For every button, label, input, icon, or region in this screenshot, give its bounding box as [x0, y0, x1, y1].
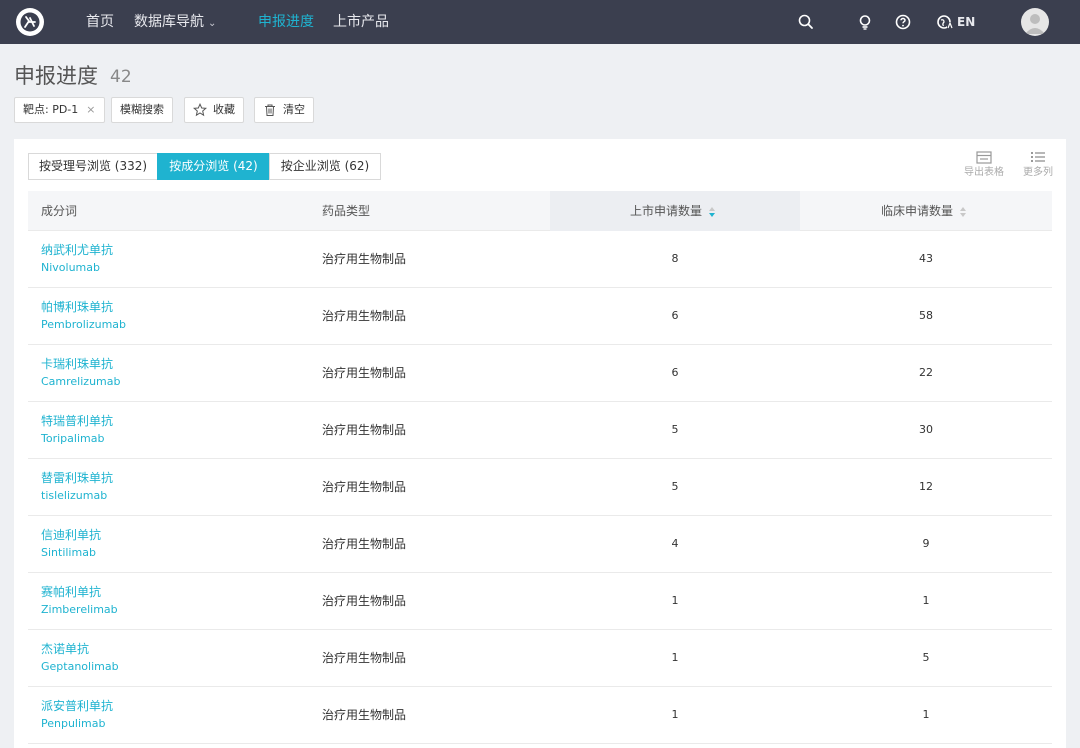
- column-header-clinical-label: 临床申请数量: [881, 204, 954, 218]
- more-columns-button[interactable]: 更多列: [1016, 151, 1060, 180]
- clinical-count-cell: 1: [922, 594, 930, 607]
- ingredient-name-en-link[interactable]: tislelizumab: [41, 488, 107, 504]
- nav-item-home[interactable]: 首页: [86, 12, 114, 32]
- tab-by-ingredient[interactable]: 按成分浏览 (42): [157, 153, 270, 180]
- drug-type-cell: 治疗用生物制品: [322, 423, 407, 437]
- column-header-drug-type: 药品类型: [322, 204, 371, 218]
- clinical-count-cell: 12: [919, 480, 933, 493]
- column-header-market-label: 上市申请数量: [630, 204, 703, 218]
- column-header-clinical-applications[interactable]: 临床申请数量: [881, 203, 967, 219]
- clinical-count-cell: 9: [922, 537, 930, 550]
- drug-type-cell: 治疗用生物制品: [322, 594, 407, 608]
- chevron-down-icon: ⌄: [208, 18, 217, 29]
- clinical-count-cell: 30: [919, 423, 933, 436]
- clear-label: 清空: [283, 103, 305, 116]
- ingredient-name-cn-link[interactable]: 信迪利单抗: [41, 527, 101, 543]
- table-row: 帕博利珠单抗 Pembrolizumab 治疗用生物制品 6 58: [28, 288, 1052, 345]
- ingredient-name-en-link[interactable]: Nivolumab: [41, 260, 100, 276]
- market-count-cell: 1: [671, 594, 679, 607]
- ingredient-name-cn-link[interactable]: 纳武利尤单抗: [41, 242, 113, 258]
- ingredient-name-en-link[interactable]: Sintilimab: [41, 545, 96, 561]
- close-icon[interactable]: ×: [86, 103, 95, 116]
- list-icon: [1031, 152, 1045, 162]
- help-icon[interactable]: [894, 13, 912, 31]
- drug-type-cell: 治疗用生物制品: [322, 252, 407, 266]
- clinical-count-cell: 5: [922, 651, 930, 664]
- market-count-cell: 1: [671, 651, 679, 664]
- ingredient-name-en-link[interactable]: Toripalimab: [41, 431, 104, 447]
- table-export-icon: [976, 151, 992, 164]
- language-switch[interactable]: EN: [957, 13, 975, 31]
- lightbulb-icon[interactable]: [856, 13, 874, 31]
- filter-chip-label: 靶点: PD-1: [23, 103, 79, 116]
- nav-item-database-label: 数据库导航: [134, 14, 204, 30]
- market-count-cell: 8: [671, 252, 679, 265]
- drug-type-cell: 治疗用生物制品: [322, 366, 407, 380]
- ingredient-name-cn-link[interactable]: 替雷利珠单抗: [41, 470, 113, 486]
- filter-chip-target[interactable]: 靶点: PD-1 ×: [14, 97, 105, 123]
- table-row: 杰诺单抗 Geptanolimab 治疗用生物制品 1 5: [28, 630, 1052, 687]
- ingredient-name-cn-link[interactable]: 杰诺单抗: [41, 641, 89, 657]
- table-row: 纳武利尤单抗 Nivolumab 治疗用生物制品 8 43: [28, 231, 1052, 288]
- top-nav-bar: 首页 数据库导航 ⌄ 申报进度 上市产品 EN: [0, 0, 1080, 44]
- export-table-button[interactable]: 导出表格: [962, 151, 1006, 180]
- table-row: 替雷利珠单抗 tislelizumab 治疗用生物制品 5 12: [28, 459, 1052, 516]
- ingredient-name-en-link[interactable]: Camrelizumab: [41, 374, 120, 390]
- nav-item-database[interactable]: 数据库导航 ⌄: [134, 12, 216, 34]
- ingredient-name-cn-link[interactable]: 卡瑞利珠单抗: [41, 356, 113, 372]
- tab-by-company[interactable]: 按企业浏览 (62): [269, 153, 381, 180]
- clinical-count-cell: 43: [919, 252, 933, 265]
- market-count-cell: 6: [671, 366, 679, 379]
- tab-by-acceptance-number[interactable]: 按受理号浏览 (332): [28, 153, 158, 180]
- drug-type-cell: 治疗用生物制品: [322, 537, 407, 551]
- clear-button[interactable]: 清空: [254, 97, 314, 123]
- drug-type-cell: 治疗用生物制品: [322, 651, 407, 665]
- clinical-count-cell: 58: [919, 309, 933, 322]
- table-row: 特瑞普利单抗 Toripalimab 治疗用生物制品 5 30: [28, 402, 1052, 459]
- nav-item-progress[interactable]: 申报进度: [258, 12, 314, 32]
- ingredient-name-en-link[interactable]: Geptanolimab: [41, 659, 119, 675]
- table-row: 卡瑞利珠单抗 Camrelizumab 治疗用生物制品 6 22: [28, 345, 1052, 402]
- export-table-label: 导出表格: [964, 167, 1004, 178]
- clinical-count-cell: 22: [919, 366, 933, 379]
- table-header: 成分词 药品类型 上市申请数量 临床申请数量: [28, 191, 1052, 231]
- sort-icon[interactable]: [708, 206, 716, 218]
- ingredient-name-en-link[interactable]: Pembrolizumab: [41, 317, 126, 333]
- table-row: 赛帕利单抗 Zimberelimab 治疗用生物制品 1 1: [28, 573, 1052, 630]
- star-icon: [193, 103, 207, 117]
- trash-icon: [265, 104, 275, 116]
- market-count-cell: 6: [671, 309, 679, 322]
- market-count-cell: 5: [671, 423, 679, 436]
- ingredient-name-cn-link[interactable]: 特瑞普利单抗: [41, 413, 113, 429]
- ingredient-name-en-link[interactable]: Penpulimab: [41, 716, 106, 732]
- result-count: 42: [110, 67, 132, 87]
- market-count-cell: 5: [671, 480, 679, 493]
- ingredient-name-cn-link[interactable]: 帕博利珠单抗: [41, 299, 113, 315]
- avatar[interactable]: [1021, 8, 1049, 36]
- table-row: 派安普利单抗 Penpulimab 治疗用生物制品 1 1: [28, 687, 1052, 744]
- clinical-count-cell: 1: [922, 708, 930, 721]
- avatar-icon: [1025, 14, 1045, 34]
- language-icon[interactable]: [936, 13, 954, 31]
- table-row: 信迪利单抗 Sintilimab 治疗用生物制品 4 9: [28, 516, 1052, 573]
- ingredient-name-cn-link[interactable]: 派安普利单抗: [41, 698, 113, 714]
- drug-type-cell: 治疗用生物制品: [322, 480, 407, 494]
- favorite-label: 收藏: [213, 103, 235, 116]
- column-header-market-applications[interactable]: 上市申请数量: [630, 203, 716, 219]
- favorite-button[interactable]: 收藏: [184, 97, 244, 123]
- drug-type-cell: 治疗用生物制品: [322, 708, 407, 722]
- drug-type-cell: 治疗用生物制品: [322, 309, 407, 323]
- logo-icon[interactable]: [16, 8, 44, 36]
- nav-item-marketed[interactable]: 上市产品: [333, 12, 389, 32]
- column-header-ingredient: 成分词: [41, 204, 78, 218]
- search-icon[interactable]: [797, 13, 815, 31]
- fuzzy-search-button[interactable]: 模糊搜索: [111, 97, 173, 123]
- ingredient-name-en-link[interactable]: Zimberelimab: [41, 602, 118, 618]
- ingredient-name-cn-link[interactable]: 赛帕利单抗: [41, 584, 101, 600]
- sort-icon[interactable]: [959, 206, 967, 218]
- more-columns-label: 更多列: [1023, 167, 1053, 178]
- market-count-cell: 4: [671, 537, 679, 550]
- page-title: 申报进度: [14, 64, 98, 88]
- market-count-cell: 1: [671, 708, 679, 721]
